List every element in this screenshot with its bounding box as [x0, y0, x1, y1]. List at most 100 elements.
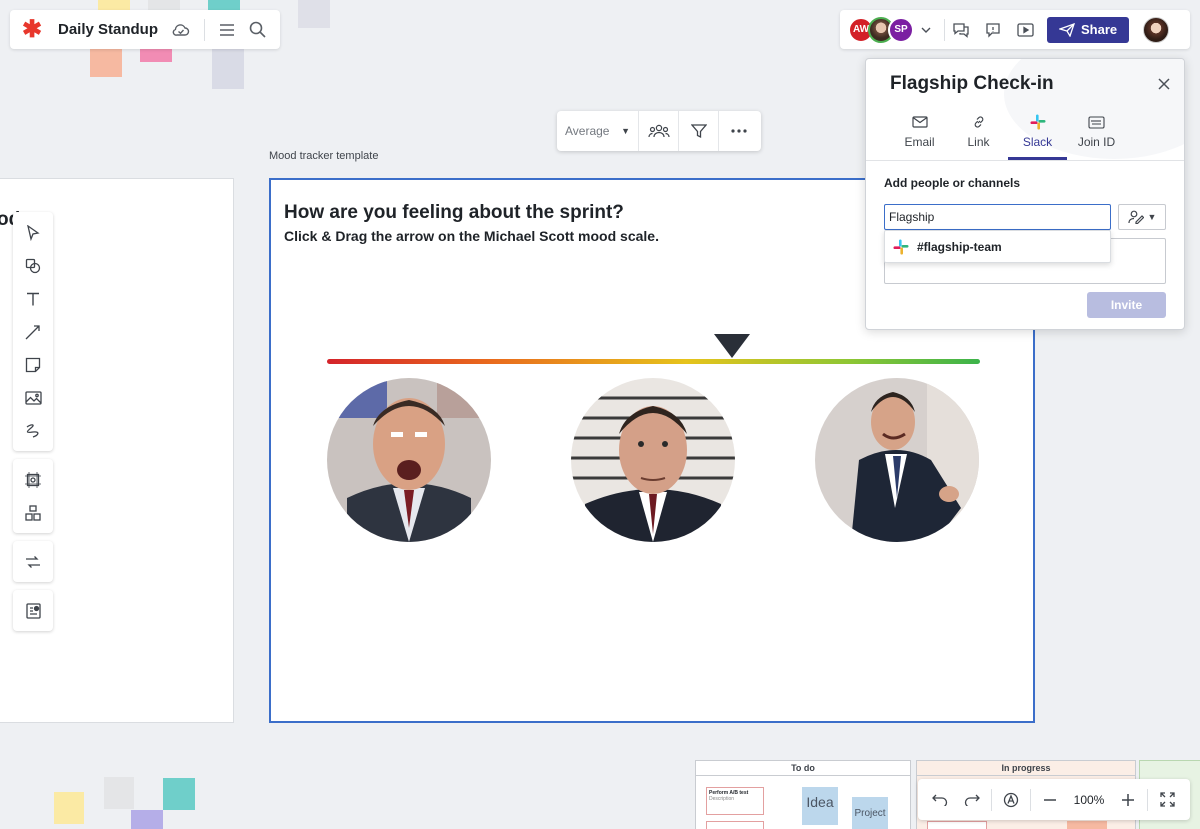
- aggregation-select[interactable]: Average ▼: [557, 111, 639, 151]
- more-options-button[interactable]: [719, 111, 759, 151]
- share-panel: Flagship Check-in Email Link Slack Join …: [865, 58, 1185, 330]
- tab-label: Join ID: [1077, 135, 1116, 149]
- slack-icon: [893, 239, 909, 254]
- templates-tool-icon[interactable]: [13, 496, 53, 529]
- permission-dropdown[interactable]: ▼: [1118, 204, 1166, 230]
- divider: [1030, 788, 1031, 811]
- mail-icon: [890, 112, 949, 132]
- freehand-tool-icon[interactable]: [13, 414, 53, 447]
- task-card[interactable]: [1067, 821, 1107, 829]
- channel-suggestion[interactable]: #flagship-team: [884, 230, 1111, 263]
- participants-button[interactable]: [639, 111, 679, 151]
- text-tool-icon[interactable]: [13, 282, 53, 315]
- sticky-note[interactable]: [104, 777, 134, 809]
- frame-heading: How are you feeling about the sprint?: [284, 202, 624, 223]
- tools-toolbar: [13, 212, 53, 639]
- feedback-icon[interactable]: [977, 22, 1009, 38]
- share-tabs: Email Link Slack Join ID: [890, 110, 1126, 160]
- people-icon: [647, 124, 670, 138]
- zoom-out-icon[interactable]: [1034, 798, 1066, 801]
- invite-button[interactable]: Invite: [1087, 292, 1166, 318]
- divider: [1147, 788, 1148, 811]
- sticky-note[interactable]: [212, 49, 244, 89]
- mood-scale-arrow[interactable]: [713, 334, 750, 358]
- undo-icon[interactable]: [924, 794, 956, 806]
- navigator-icon[interactable]: [995, 792, 1027, 808]
- sticky-note[interactable]: [148, 0, 180, 10]
- sticky-note[interactable]: [140, 49, 172, 62]
- edit-permission-icon: [1127, 210, 1144, 224]
- app-integration-icon[interactable]: [13, 594, 53, 627]
- user-avatar[interactable]: [1143, 16, 1170, 43]
- tool-group-draw: [13, 212, 53, 451]
- add-people-label: Add people or channels: [884, 176, 1021, 190]
- menu-icon[interactable]: [219, 23, 235, 36]
- shapes-tool-icon[interactable]: [13, 249, 53, 282]
- sticky-note[interactable]: [90, 49, 122, 77]
- avatar-initials: SP: [894, 24, 908, 35]
- line-tool-icon[interactable]: [13, 315, 53, 348]
- avatar[interactable]: SP: [888, 16, 914, 43]
- redo-icon[interactable]: [956, 794, 988, 806]
- sticky-note[interactable]: [131, 810, 163, 829]
- zoom-in-icon[interactable]: [1112, 793, 1144, 806]
- mood-scale-bar: [327, 359, 980, 364]
- join-id-icon: [1067, 112, 1126, 132]
- search-icon[interactable]: [249, 21, 266, 38]
- select-tool-icon[interactable]: [13, 216, 53, 249]
- sticky-note[interactable]: [98, 0, 130, 10]
- aggregation-select-value: Average: [565, 124, 610, 138]
- frame-context-toolbar: Average ▼: [557, 111, 761, 151]
- fit-to-screen-icon[interactable]: [1151, 792, 1183, 807]
- sticky-note[interactable]: Idea: [802, 787, 838, 825]
- tab-join-id[interactable]: Join ID: [1067, 110, 1126, 160]
- sticky-note[interactable]: [54, 792, 84, 824]
- image-tool-icon[interactable]: [13, 381, 53, 414]
- share-label: Share: [1081, 22, 1118, 37]
- caret-down-icon: ▼: [1147, 212, 1157, 222]
- sync-tool-icon[interactable]: [13, 545, 53, 578]
- tab-label: Link: [967, 135, 990, 149]
- close-icon[interactable]: [1158, 77, 1170, 95]
- task-card[interactable]: [927, 821, 987, 829]
- avatar-initials: AW: [852, 24, 870, 35]
- slack-icon: [1008, 112, 1067, 132]
- frame-tool-icon[interactable]: [13, 463, 53, 496]
- kanban-column-todo[interactable]: To do Perform A/B test Description Idea …: [695, 760, 911, 829]
- document-bar: ✱ Daily Standup: [10, 10, 280, 49]
- divider: [204, 18, 206, 41]
- task-card[interactable]: [706, 821, 764, 829]
- cloud-sync-icon[interactable]: [172, 23, 190, 37]
- task-description: Description: [709, 796, 735, 802]
- sticky-note[interactable]: [298, 0, 330, 28]
- app-logo-icon[interactable]: ✱: [22, 15, 48, 44]
- frame-label: Mood tracker template: [269, 150, 379, 162]
- mood-image-neutral: [571, 378, 735, 542]
- mood-image-angry: [327, 378, 491, 542]
- tool-group-containers: [13, 459, 53, 533]
- document-title[interactable]: Daily Standup: [58, 21, 158, 38]
- tool-group-apps: [13, 590, 53, 631]
- divider: [991, 788, 992, 811]
- sticky-note[interactable]: Project: [852, 797, 888, 829]
- link-icon: [949, 112, 1008, 132]
- chevron-down-icon[interactable]: [916, 27, 936, 33]
- comments-icon[interactable]: [945, 22, 977, 38]
- tab-slack[interactable]: Slack: [1008, 110, 1067, 160]
- share-button[interactable]: Share: [1047, 16, 1130, 43]
- more-icon: [731, 129, 747, 133]
- add-people-input[interactable]: Flagship: [884, 204, 1111, 230]
- tab-email[interactable]: Email: [890, 110, 949, 160]
- filter-button[interactable]: [679, 111, 719, 151]
- sticky-note[interactable]: [208, 0, 240, 10]
- column-header: In progress: [917, 761, 1135, 776]
- top-right-bar: AW SP Share: [840, 10, 1190, 49]
- sticky-note-tool-icon[interactable]: [13, 348, 53, 381]
- sticky-note[interactable]: [163, 778, 195, 810]
- present-icon[interactable]: [1009, 22, 1041, 37]
- zoom-level[interactable]: 100%: [1066, 793, 1112, 807]
- tab-link[interactable]: Link: [949, 110, 1008, 160]
- tab-label: Slack: [1022, 135, 1053, 149]
- mood-image-happy: [815, 378, 979, 542]
- task-card[interactable]: Perform A/B test Description: [706, 787, 764, 815]
